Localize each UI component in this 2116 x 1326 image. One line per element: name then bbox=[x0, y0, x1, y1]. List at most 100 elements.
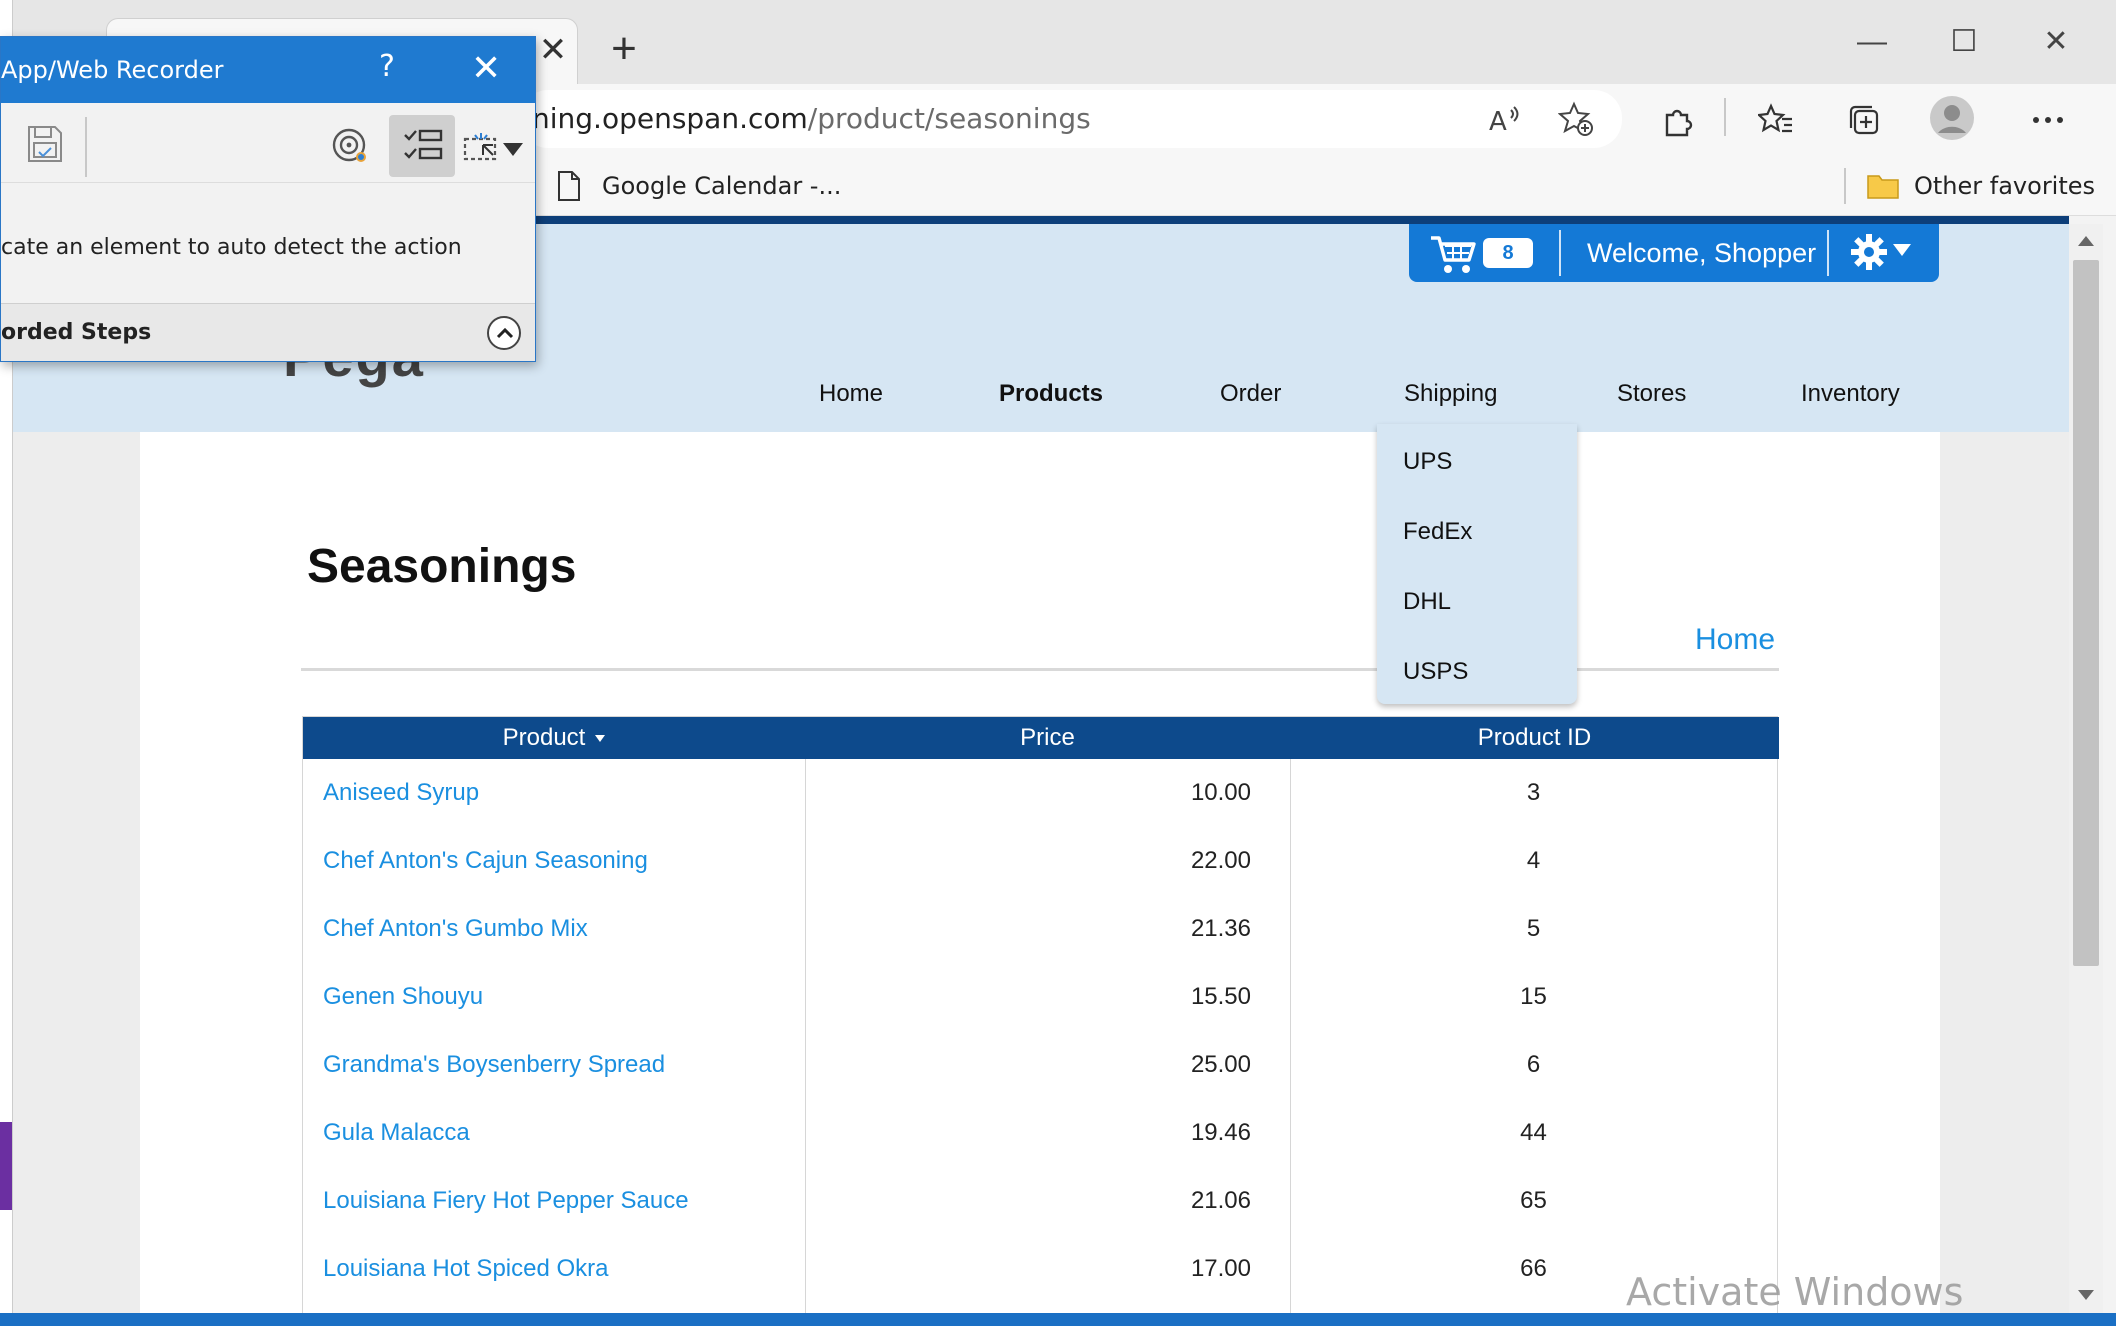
recorder-title-bar[interactable]: App/Web Recorder ? ✕ bbox=[1, 37, 535, 103]
other-favorites-label: Other favorites bbox=[1914, 172, 2096, 200]
price-cell: 21.06 bbox=[1190, 1187, 1251, 1214]
product-id-cell: 4 bbox=[1526, 847, 1541, 874]
activate-windows-watermark: Activate Windows bbox=[1626, 1270, 1964, 1314]
welcome-text[interactable]: Welcome, Shopper bbox=[1587, 236, 1816, 270]
shipping-option-fedex[interactable]: FedEx bbox=[1403, 512, 1472, 552]
gear-icon[interactable] bbox=[1849, 232, 1889, 272]
chevron-down-icon[interactable] bbox=[1893, 244, 1911, 256]
chevron-up-icon bbox=[496, 327, 514, 339]
product-link[interactable]: Chef Anton's Gumbo Mix bbox=[323, 895, 588, 963]
page-title: Seasonings bbox=[307, 540, 577, 593]
desktop-background bbox=[0, 1313, 2116, 1326]
shipping-option-dhl[interactable]: DHL bbox=[1403, 582, 1451, 622]
steps-view-toggle[interactable] bbox=[389, 115, 455, 177]
recorder-toolbar bbox=[1, 103, 535, 183]
product-id-cell: 6 bbox=[1526, 1051, 1541, 1078]
recorder-close-button[interactable]: ✕ bbox=[471, 47, 501, 91]
recorder-toolbar-separator bbox=[85, 117, 87, 177]
price-cell: 22.00 bbox=[1190, 847, 1251, 874]
column-header-price[interactable]: Price bbox=[805, 717, 1290, 759]
new-tab-button[interactable]: + bbox=[604, 27, 644, 71]
page-viewport: Pega 8 Welcome, Shopper bbox=[13, 216, 2069, 1313]
price-cell: 21.36 bbox=[1190, 915, 1251, 942]
collapse-button[interactable] bbox=[487, 316, 521, 350]
vertical-scrollbar[interactable] bbox=[2069, 224, 2103, 1313]
table-row: Louisiana Hot Spiced Okra 17.00 66 bbox=[303, 1235, 1779, 1303]
read-aloud-icon[interactable]: A bbox=[1480, 95, 1528, 143]
tab-close-icon[interactable]: ✕ bbox=[538, 30, 568, 70]
address-bar[interactable]: ning.openspan.com/product/seasonings A bbox=[520, 90, 1622, 148]
product-link[interactable]: Louisiana Hot Spiced Okra bbox=[323, 1235, 609, 1303]
user-bar-separator bbox=[1827, 230, 1829, 276]
table-row: Louisiana Fiery Hot Pepper Sauce 21.06 6… bbox=[303, 1167, 1779, 1235]
product-id-cell: 65 bbox=[1520, 1187, 1547, 1214]
price-cell: 25.00 bbox=[1190, 1051, 1251, 1078]
price-cell: 19.46 bbox=[1190, 1119, 1251, 1146]
price-cell: 17.00 bbox=[1190, 1255, 1251, 1282]
highlight-options-icon[interactable] bbox=[463, 129, 525, 165]
checklist-icon bbox=[404, 129, 443, 160]
home-link[interactable]: Home bbox=[1695, 620, 1775, 660]
user-bar-separator bbox=[1559, 230, 1561, 276]
product-link[interactable]: Genen Shouyu bbox=[323, 963, 483, 1031]
nav-products[interactable]: Products bbox=[999, 374, 1103, 414]
table-row: Chef Anton's Gumbo Mix 21.36 5 bbox=[303, 895, 1779, 963]
other-favorites[interactable]: Other favorites bbox=[1866, 166, 2095, 206]
column-header-product-id[interactable]: Product ID bbox=[1290, 717, 1779, 759]
column-header-product[interactable]: Product bbox=[303, 717, 805, 759]
nav-stores[interactable]: Stores bbox=[1617, 374, 1686, 414]
svg-text:A: A bbox=[1489, 107, 1507, 134]
table-row: Grandma's Boysenberry Spread 25.00 6 bbox=[303, 1031, 1779, 1099]
cart-count-badge[interactable]: 8 bbox=[1483, 238, 1533, 268]
product-link[interactable]: Grandma's Boysenberry Spread bbox=[323, 1031, 665, 1099]
address-path: /product/seasonings bbox=[807, 102, 1091, 135]
favorites-icon[interactable] bbox=[1752, 96, 1800, 144]
save-icon[interactable] bbox=[27, 125, 63, 163]
nav-inventory[interactable]: Inventory bbox=[1801, 374, 1900, 414]
extensions-icon[interactable] bbox=[1654, 96, 1702, 144]
nav-order[interactable]: Order bbox=[1220, 374, 1281, 414]
shipping-option-usps[interactable]: USPS bbox=[1403, 652, 1468, 692]
product-id-cell: 15 bbox=[1520, 983, 1547, 1010]
scroll-up-arrow-icon[interactable] bbox=[2078, 236, 2094, 246]
maximize-button[interactable]: ☐ bbox=[1942, 20, 1986, 64]
page-icon bbox=[558, 171, 580, 201]
price-cell: 15.50 bbox=[1190, 983, 1251, 1010]
cart-icon[interactable] bbox=[1429, 232, 1477, 276]
price-cell: 10.00 bbox=[1190, 779, 1251, 806]
minimize-button[interactable]: — bbox=[1850, 20, 1894, 64]
folder-icon bbox=[1867, 175, 1899, 199]
product-id-cell: 5 bbox=[1526, 915, 1541, 942]
products-table: Product Price Product ID Aniseed Syrup 1… bbox=[302, 716, 1779, 1313]
favorites-separator bbox=[1844, 168, 1846, 204]
shipping-option-ups[interactable]: UPS bbox=[1403, 442, 1452, 482]
close-window-button[interactable]: ✕ bbox=[2034, 20, 2078, 64]
collections-icon[interactable] bbox=[1840, 96, 1888, 144]
help-button[interactable]: ? bbox=[379, 49, 395, 84]
shipping-dropdown-menu: UPS FedEx DHL USPS bbox=[1377, 424, 1577, 704]
table-row: Gula Malacca 19.46 44 bbox=[303, 1099, 1779, 1167]
product-link[interactable]: Chef Anton's Cajun Seasoning bbox=[323, 827, 648, 895]
product-link[interactable]: Louisiana Fiery Hot Pepper Sauce bbox=[323, 1167, 689, 1235]
table-row: Chef Anton's Cajun Seasoning 22.00 4 bbox=[303, 827, 1779, 895]
address-text: ning.openspan.com/product/seasonings bbox=[532, 102, 1091, 136]
favorite-label: Google Calendar -... bbox=[602, 172, 842, 200]
profile-avatar-icon[interactable] bbox=[1928, 94, 1976, 142]
user-bar: 8 Welcome, Shopper bbox=[1409, 224, 1939, 282]
product-link[interactable]: Aniseed Syrup bbox=[323, 759, 479, 827]
table-row: Aniseed Syrup 10.00 3 bbox=[303, 759, 1779, 827]
target-detect-icon[interactable] bbox=[331, 127, 371, 167]
product-link[interactable]: Gula Malacca bbox=[323, 1099, 470, 1167]
nav-home[interactable]: Home bbox=[819, 374, 883, 414]
add-favorite-icon[interactable] bbox=[1552, 95, 1600, 143]
recorded-steps-panel[interactable]: orded Steps bbox=[1, 303, 535, 361]
recorder-window: App/Web Recorder ? ✕ cate an element to … bbox=[0, 36, 536, 362]
nav-shipping[interactable]: Shipping bbox=[1404, 374, 1497, 414]
favorite-google-calendar[interactable]: Google Calendar -... bbox=[556, 166, 841, 206]
more-options-icon[interactable] bbox=[2024, 96, 2072, 144]
product-id-cell: 3 bbox=[1526, 779, 1541, 806]
scrollbar-thumb[interactable] bbox=[2073, 260, 2099, 966]
address-host: ning.openspan.com bbox=[532, 102, 808, 135]
scroll-down-arrow-icon[interactable] bbox=[2078, 1290, 2094, 1300]
recorder-hint-text: cate an element to auto detect the actio… bbox=[1, 235, 462, 260]
